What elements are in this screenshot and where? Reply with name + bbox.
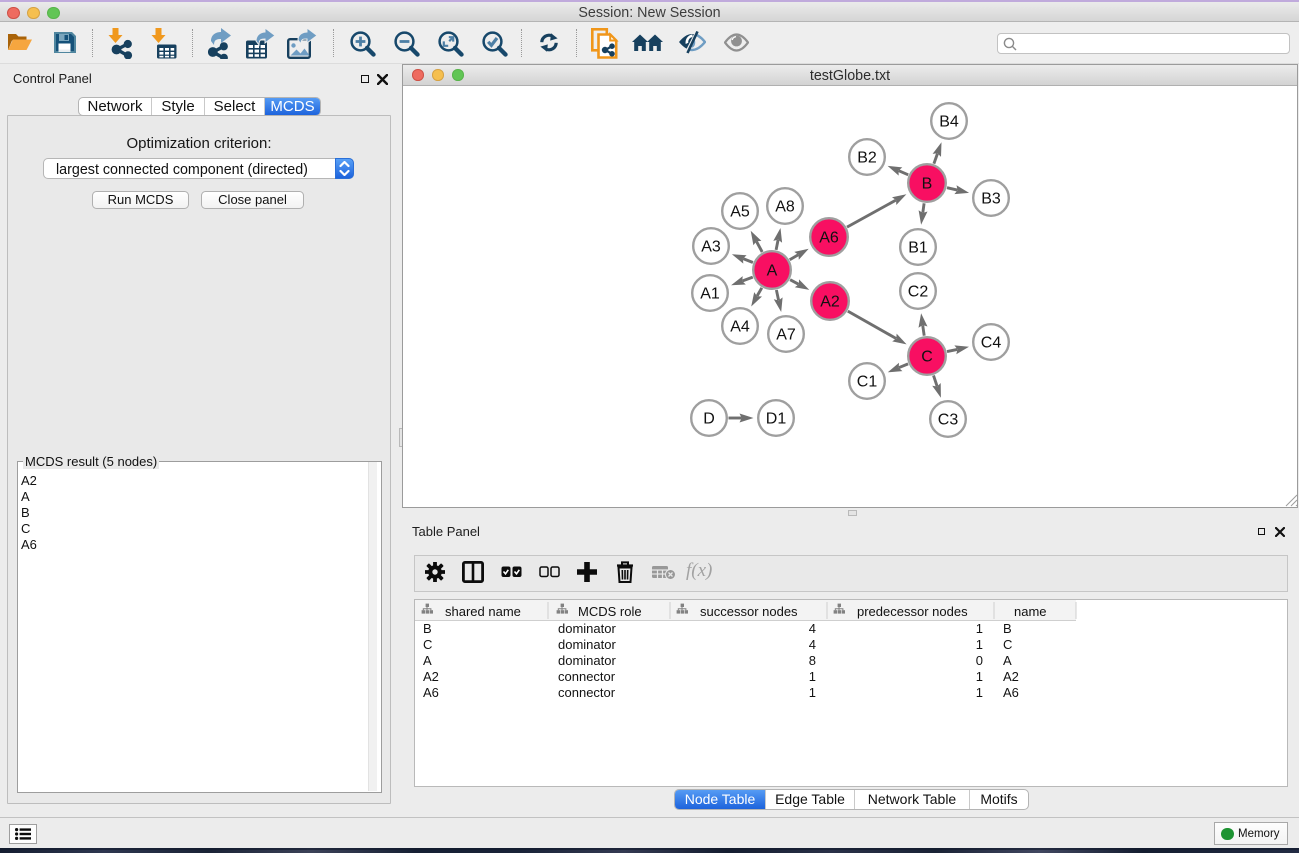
- svg-text:C1: C1: [857, 374, 878, 391]
- svg-text:C4: C4: [981, 335, 1002, 352]
- svg-text:B3: B3: [981, 191, 1001, 208]
- svg-text:A3: A3: [701, 239, 721, 256]
- svg-text:D: D: [703, 411, 715, 428]
- svg-text:D1: D1: [766, 411, 787, 428]
- svg-text:B: B: [922, 176, 933, 193]
- svg-text:C3: C3: [938, 412, 959, 429]
- svg-text:A1: A1: [700, 286, 720, 303]
- svg-text:B2: B2: [857, 150, 877, 167]
- svg-text:A8: A8: [775, 199, 795, 216]
- svg-text:A2: A2: [820, 294, 840, 311]
- svg-text:A5: A5: [730, 204, 750, 221]
- svg-text:B1: B1: [908, 240, 928, 257]
- svg-text:C2: C2: [908, 284, 929, 301]
- svg-text:B4: B4: [939, 114, 959, 131]
- svg-text:C: C: [921, 349, 933, 366]
- svg-text:A4: A4: [730, 319, 750, 336]
- svg-text:A: A: [767, 263, 778, 280]
- svg-text:A7: A7: [776, 327, 796, 344]
- svg-text:A6: A6: [819, 230, 839, 247]
